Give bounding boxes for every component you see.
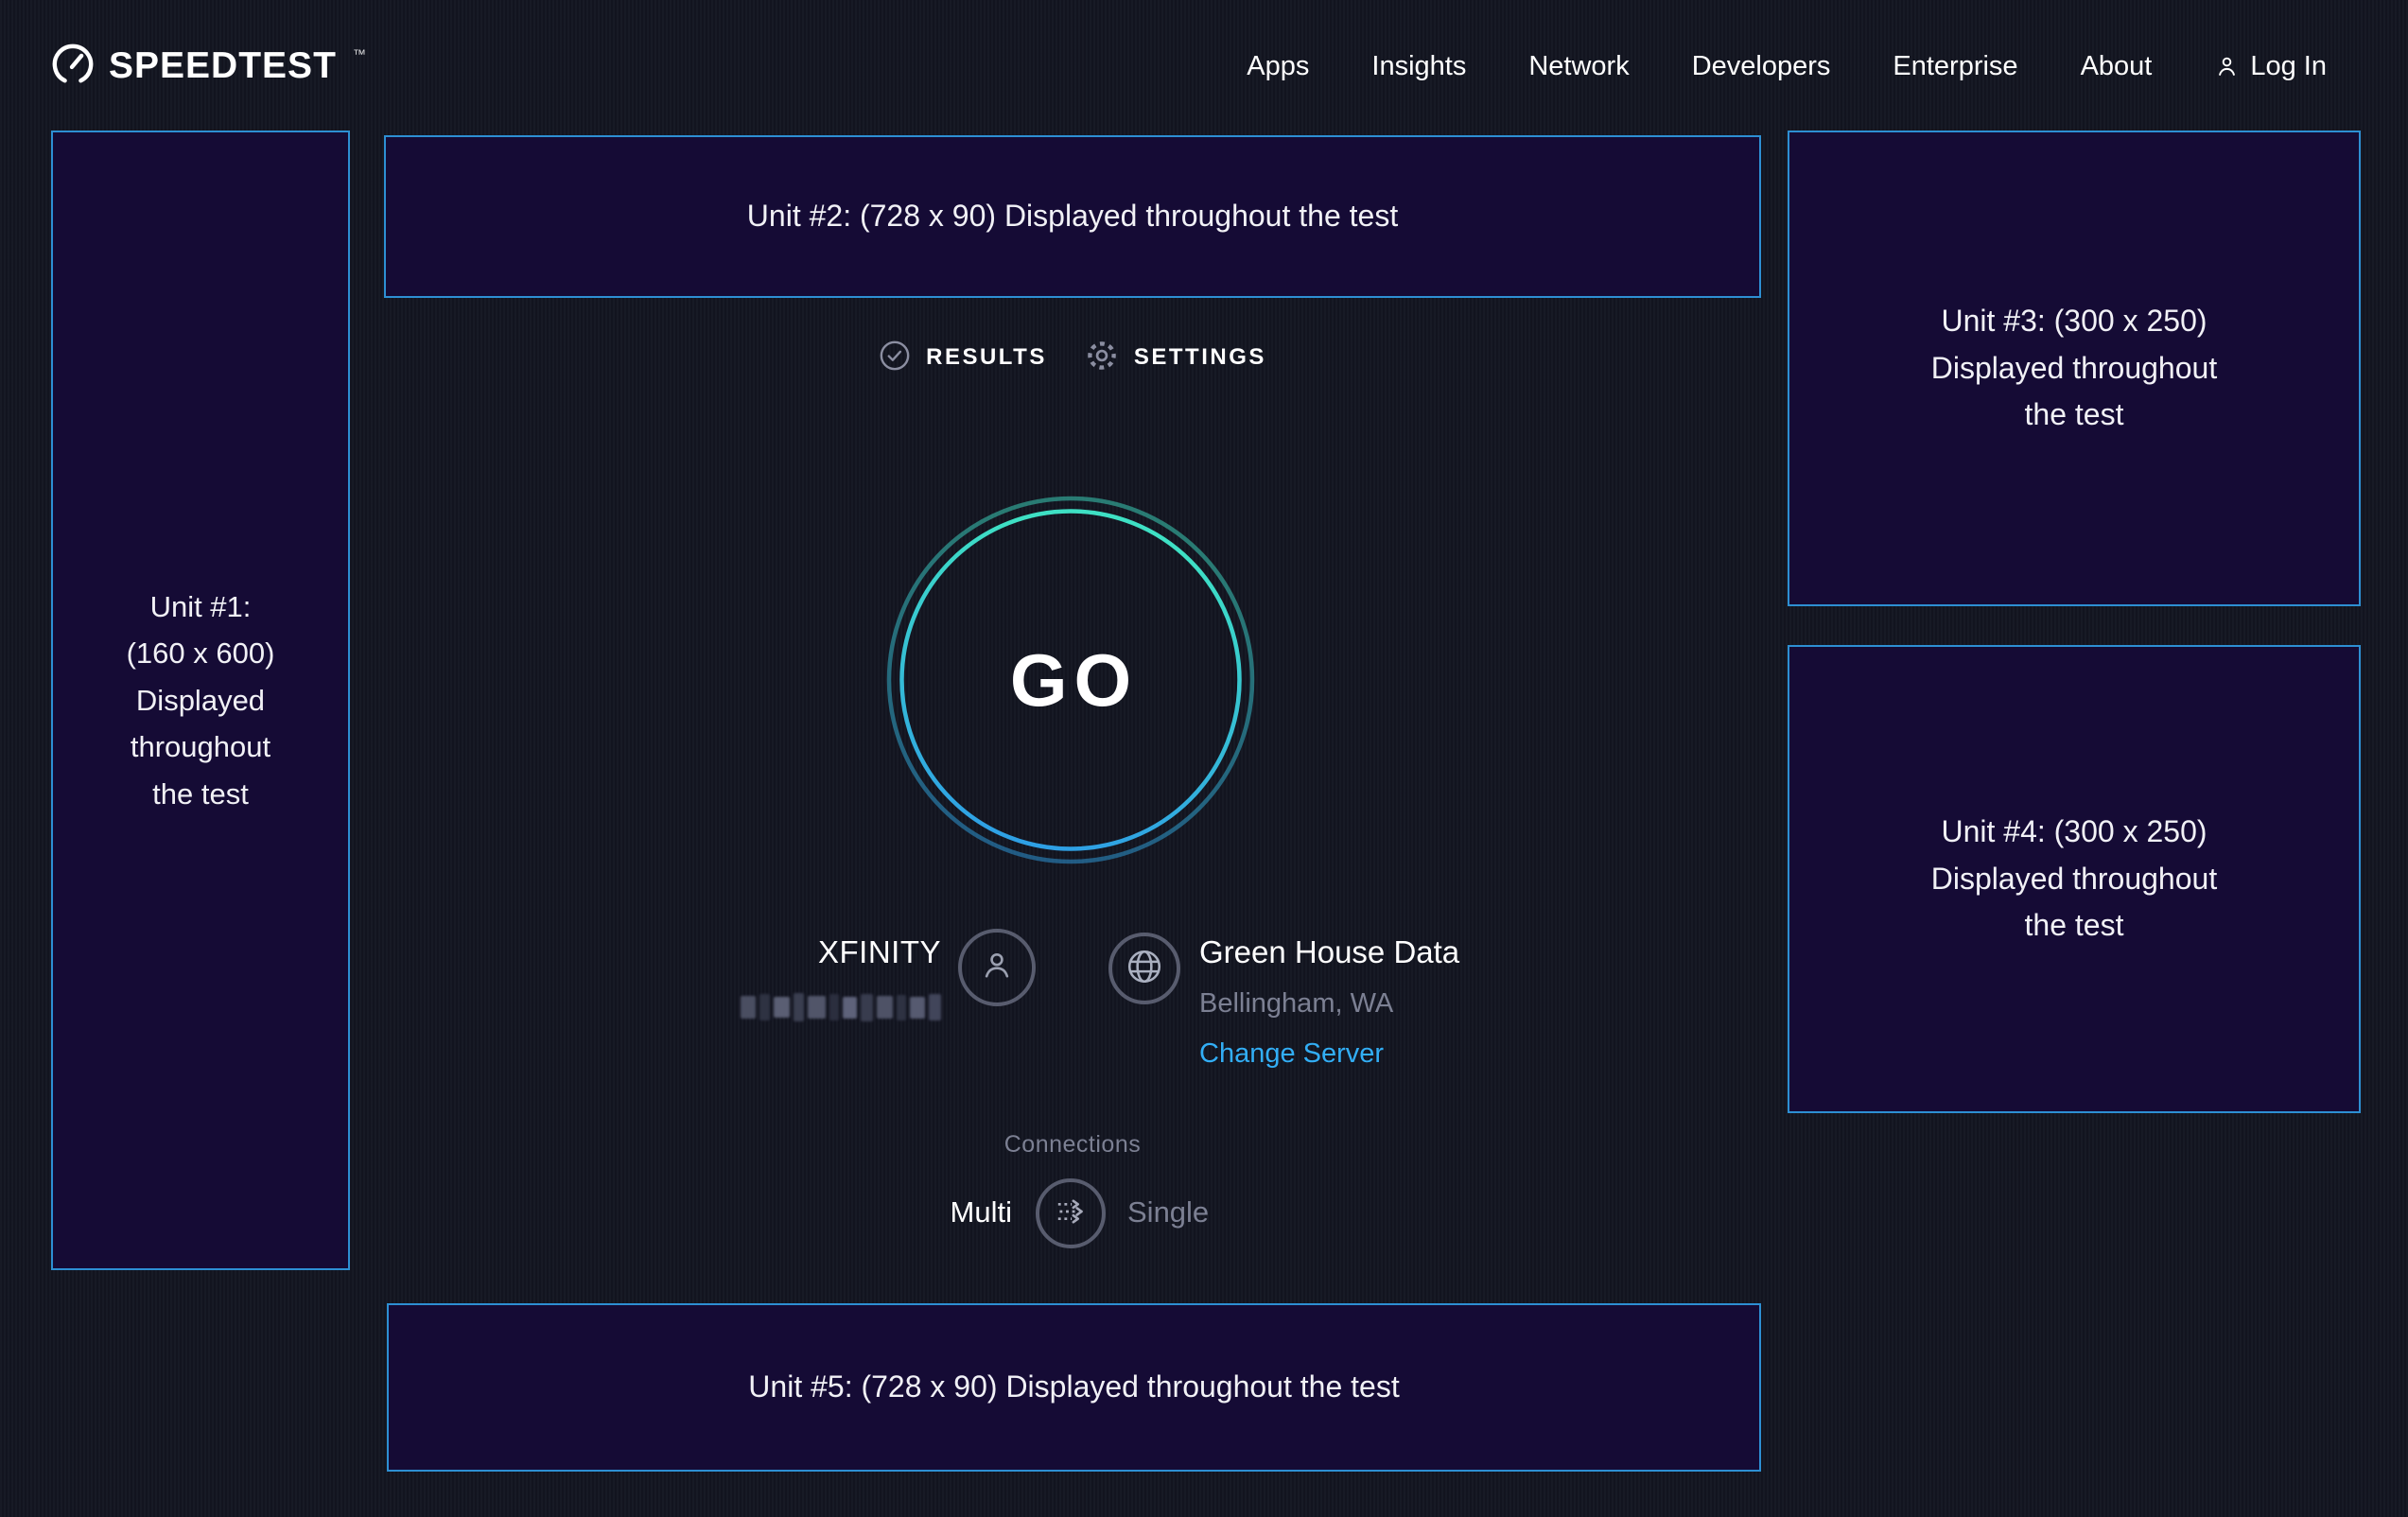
nav-item-apps[interactable]: Apps	[1247, 51, 1309, 82]
speedtest-page: SPEEDTEST ™ Apps Insights Network Develo…	[0, 0, 2408, 1517]
isp-badge[interactable]	[958, 929, 1036, 1006]
server-badge[interactable]	[1108, 933, 1180, 1004]
server-location: Bellingham, WA	[1199, 988, 1393, 1020]
nav-item-network[interactable]: Network	[1528, 51, 1629, 82]
server-name: Green House Data	[1199, 934, 1459, 970]
ad-unit-2[interactable]: Unit #2: (728 x 90) Displayed throughout…	[384, 135, 1761, 298]
logo-trademark: ™	[353, 46, 366, 61]
isp-name[interactable]: XFINITY	[662, 934, 941, 970]
speedtest-logo[interactable]: SPEEDTEST ™	[51, 43, 366, 91]
ad-unit-2-label: Unit #2: (728 x 90) Displayed throughout…	[747, 193, 1398, 240]
tab-results[interactable]: RESULTS	[879, 340, 1047, 376]
person-icon	[2214, 54, 2240, 79]
nav-item-developers[interactable]: Developers	[1692, 51, 1831, 82]
go-button[interactable]: GO	[886, 496, 1255, 864]
tab-bar: RESULTS SETTINGS	[384, 333, 1761, 382]
ad-unit-5[interactable]: Unit #5: (728 x 90) Displayed throughout…	[387, 1303, 1761, 1472]
login-button[interactable]: Log In	[2214, 51, 2327, 82]
go-button-label: GO	[886, 496, 1255, 864]
redacted-ip	[741, 991, 941, 1023]
connections-label: Connections	[384, 1131, 1761, 1159]
connections-single-option[interactable]: Single	[1127, 1195, 1209, 1229]
gauge-icon	[51, 43, 95, 91]
logo-text: SPEEDTEST	[109, 45, 337, 87]
tab-settings-label: SETTINGS	[1134, 344, 1266, 371]
ad-unit-1-label: Unit #1: (160 x 600) Displayed throughou…	[127, 584, 275, 818]
nav-links: Apps Insights Network Developers Enterpr…	[1247, 51, 2327, 82]
check-circle-icon	[879, 340, 911, 376]
ad-unit-3[interactable]: Unit #3: (300 x 250) Displayed throughou…	[1788, 131, 2361, 606]
connections-toggle[interactable]	[1036, 1178, 1106, 1248]
multi-arrows-icon	[1050, 1191, 1091, 1237]
tab-settings[interactable]: SETTINGS	[1085, 339, 1266, 377]
gear-icon	[1085, 339, 1119, 377]
tab-results-label: RESULTS	[926, 344, 1047, 371]
person-icon	[977, 946, 1017, 990]
ad-unit-5-label: Unit #5: (728 x 90) Displayed throughout…	[748, 1364, 1399, 1411]
change-server-link[interactable]: Change Server	[1199, 1038, 1384, 1070]
nav-item-insights[interactable]: Insights	[1371, 51, 1466, 82]
ad-unit-3-label: Unit #3: (300 x 250) Displayed throughou…	[1931, 298, 2217, 439]
nav-item-enterprise[interactable]: Enterprise	[1893, 51, 2017, 82]
nav-item-about[interactable]: About	[2081, 51, 2153, 82]
ad-unit-4[interactable]: Unit #4: (300 x 250) Displayed throughou…	[1788, 645, 2361, 1113]
connections-multi-option[interactable]: Multi	[823, 1195, 1012, 1229]
ad-unit-4-label: Unit #4: (300 x 250) Displayed throughou…	[1931, 809, 2217, 950]
top-nav: SPEEDTEST ™ Apps Insights Network Develo…	[0, 0, 2408, 132]
ad-unit-1[interactable]: Unit #1: (160 x 600) Displayed throughou…	[51, 131, 350, 1270]
login-label: Log In	[2250, 51, 2327, 82]
globe-icon	[1124, 946, 1165, 992]
